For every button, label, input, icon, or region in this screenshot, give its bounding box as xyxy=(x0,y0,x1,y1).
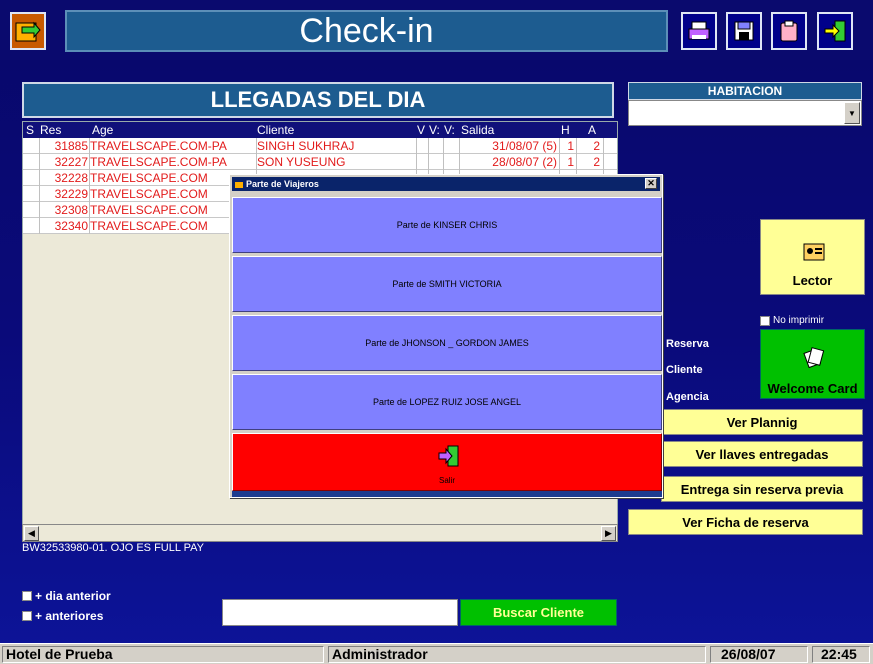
status-time: 22:45 xyxy=(812,646,870,663)
cell-salida: 28/08/07 (2) xyxy=(492,155,557,169)
dia-anterior-label: + dia anterior xyxy=(35,589,111,603)
col-cliente[interactable]: Cliente xyxy=(257,123,294,137)
salir-button[interactable]: Salir xyxy=(232,433,662,491)
col-res[interactable]: Res xyxy=(40,123,61,137)
exit-arrow-icon xyxy=(15,21,41,42)
scroll-right-button[interactable]: ▶ xyxy=(601,526,616,541)
dia-anterior-box[interactable] xyxy=(22,591,32,601)
cell-age: TRAVELSCAPE.COM-PA xyxy=(90,155,227,169)
cell-age: TRAVELSCAPE.COM-PA xyxy=(90,139,227,153)
grid-line xyxy=(89,138,90,234)
status-bar: Hotel de Prueba Administrador 26/08/07 2… xyxy=(0,643,873,664)
cliente-label: Cliente xyxy=(666,364,703,376)
printer-icon xyxy=(688,21,710,40)
col-salida[interactable]: Salida xyxy=(461,123,494,137)
cell-res: 32340 xyxy=(54,219,88,233)
save-button[interactable] xyxy=(726,12,762,50)
exit-door-icon xyxy=(824,20,846,42)
buscar-cliente-button[interactable]: Buscar Cliente xyxy=(460,599,617,626)
window-title-text: Check-in xyxy=(299,11,434,50)
col-h[interactable]: H xyxy=(561,123,570,137)
room-select[interactable]: ▼ xyxy=(628,100,862,126)
dia-anterior-checkbox[interactable]: + dia anterior xyxy=(22,589,111,603)
chevron-down-icon[interactable]: ▼ xyxy=(844,102,860,124)
col-a[interactable]: A xyxy=(588,123,596,137)
anteriores-box[interactable] xyxy=(22,611,32,621)
no-imprimir-box[interactable] xyxy=(760,315,770,326)
cell-a: 2 xyxy=(593,139,600,153)
reserva-label: Reserva xyxy=(666,338,709,350)
room-title: HABITACION xyxy=(628,82,862,100)
save-disk-icon xyxy=(734,21,754,41)
welcome-card-button[interactable]: Welcome Card xyxy=(760,329,865,399)
col-v1[interactable]: V xyxy=(417,123,425,137)
agencia-label: Agencia xyxy=(666,391,709,403)
cell-res: 32227 xyxy=(54,155,88,169)
print-button[interactable] xyxy=(681,12,717,50)
cell-cliente: SON YUSEUNG xyxy=(257,155,346,169)
ver-llaves-button[interactable]: Ver llaves entregadas xyxy=(661,441,863,467)
cell-salida: 31/08/07 (5) xyxy=(492,139,557,153)
exit-door-icon xyxy=(438,445,459,467)
exit-arrow-button[interactable] xyxy=(10,12,46,50)
scroll-left-button[interactable]: ◀ xyxy=(24,526,39,541)
cell-cliente: SINGH SUKHRAJ xyxy=(257,139,355,153)
cell-h: 1 xyxy=(567,155,574,169)
dialog-title: Parte de Viajeros xyxy=(246,179,319,189)
table-row[interactable]: 32227 TRAVELSCAPE.COM-PA SON YUSEUNG 28/08/… xyxy=(23,154,617,170)
col-v2[interactable]: V: xyxy=(429,123,440,137)
no-imprimir-label: No imprimir xyxy=(773,315,825,326)
cell-h: 1 xyxy=(567,139,574,153)
salir-label: Salir xyxy=(438,476,455,485)
cards-icon xyxy=(803,347,825,368)
table-row[interactable]: 31885 TRAVELSCAPE.COM-PA SINGH SUKHRAJ 31/0… xyxy=(23,138,617,154)
close-icon[interactable]: ✕ xyxy=(645,178,657,189)
entrega-sin-reserva-button[interactable]: Entrega sin reserva previa xyxy=(661,476,863,502)
parte-button-4[interactable]: Parte de LOPEZ RUIZ JOSE ANGEL xyxy=(232,374,662,430)
parte-viajeros-dialog: Parte de Viajeros ✕ Parte de KINSER CHRI… xyxy=(229,174,663,498)
cell-res: 32229 xyxy=(54,187,88,201)
clipboard-button[interactable] xyxy=(771,12,807,50)
welcome-card-label: Welcome Card xyxy=(767,381,858,396)
status-hotel: Hotel de Prueba xyxy=(2,646,324,663)
arrivals-title-text: LLEGADAS DEL DIA xyxy=(210,87,426,112)
col-age[interactable]: Age xyxy=(92,123,113,137)
parte-button-3[interactable]: Parte de JHONSON _ GORDON JAMES xyxy=(232,315,662,371)
status-date: 26/08/07 xyxy=(710,646,808,663)
cell-res: 31885 xyxy=(54,139,88,153)
cell-res: 32308 xyxy=(54,203,88,217)
app-icon xyxy=(235,182,243,188)
ver-planning-button[interactable]: Ver Plannig xyxy=(661,409,863,435)
col-s[interactable]: S xyxy=(26,123,34,137)
top-bar: Check-in xyxy=(0,0,873,60)
dialog-footer xyxy=(232,491,662,497)
parte-button-2[interactable]: Parte de SMITH VICTORIA xyxy=(232,256,662,312)
parte-button-1[interactable]: Parte de KINSER CHRIS xyxy=(232,197,662,253)
grid-line xyxy=(39,138,40,234)
col-v3[interactable]: V: xyxy=(444,123,455,137)
cell-a: 2 xyxy=(593,155,600,169)
lector-button[interactable]: Lector xyxy=(760,219,865,295)
arrivals-table-header: S Res Age Cliente V V: V: Salida H A xyxy=(23,122,617,138)
window-title: Check-in xyxy=(65,10,668,52)
horizontal-scrollbar[interactable]: ◀ ▶ xyxy=(22,524,618,542)
dialog-title-bar[interactable]: Parte de Viajeros ✕ xyxy=(232,177,660,191)
status-user: Administrador xyxy=(328,646,706,663)
reservation-note: BW32533980-01. OJO ES FULL PAY xyxy=(22,542,204,554)
ver-ficha-button[interactable]: Ver Ficha de reserva xyxy=(628,509,863,535)
clipboard-icon xyxy=(780,20,798,42)
arrivals-title: LLEGADAS DEL DIA xyxy=(22,82,614,118)
anteriores-checkbox[interactable]: + anteriores xyxy=(22,609,103,623)
search-input[interactable] xyxy=(222,599,458,626)
lector-label: Lector xyxy=(792,273,833,288)
anteriores-label: + anteriores xyxy=(35,609,104,623)
id-card-icon xyxy=(803,243,825,261)
exit-door-button[interactable] xyxy=(817,12,853,50)
cell-res: 32228 xyxy=(54,171,88,185)
no-imprimir-checkbox[interactable]: No imprimir xyxy=(760,315,824,326)
